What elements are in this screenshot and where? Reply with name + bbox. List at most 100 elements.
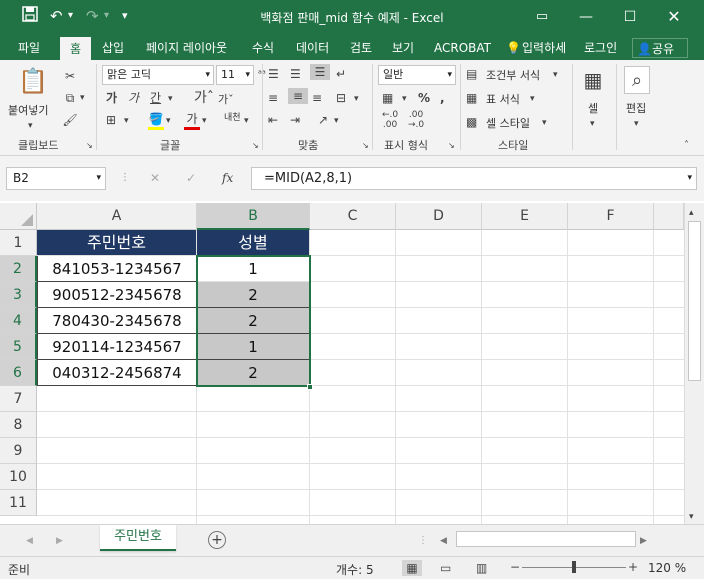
zoom-in-icon[interactable]: + [628, 559, 638, 575]
cancel-icon[interactable]: ✕ [150, 170, 160, 186]
underline-dropdown-icon[interactable]: ▾ [168, 91, 173, 107]
name-box[interactable]: B2 ▾ [6, 167, 106, 190]
prev-sheet-icon[interactable]: ◀ [26, 533, 33, 549]
cell-style-icon[interactable]: ▩ [466, 114, 477, 130]
row-header[interactable]: 6 [0, 360, 37, 386]
copy-icon[interactable]: ⧉ [62, 90, 78, 106]
enter-icon[interactable]: ✓ [186, 170, 196, 186]
next-sheet-icon[interactable]: ▶ [56, 533, 63, 549]
align-middle-icon[interactable]: ☰ [290, 66, 301, 82]
font-color-dropdown-icon[interactable]: ▾ [202, 113, 207, 129]
paste-icon[interactable]: 📋 [18, 66, 48, 96]
align-left-icon[interactable]: ≡ [268, 90, 278, 106]
table-format-icon[interactable]: ▦ [466, 90, 477, 106]
tab-page-layout[interactable]: 페이지 레이아웃 [146, 36, 227, 60]
paste-button[interactable]: 붙여넣기 [8, 102, 48, 118]
tab-review[interactable]: 검토 [350, 36, 372, 60]
number-launcher-icon[interactable]: ↘ [448, 138, 455, 154]
conditional-format-button[interactable]: 조건부 서식 [486, 67, 540, 83]
row-header[interactable]: 2 [0, 256, 37, 282]
fill-dropdown-icon[interactable]: ▾ [166, 113, 171, 129]
paste-dropdown-icon[interactable]: ▾ [28, 118, 33, 134]
row-header[interactable]: 4 [0, 308, 37, 334]
clipboard-launcher-icon[interactable]: ↘ [86, 138, 93, 154]
cut-icon[interactable]: ✂ [62, 68, 78, 84]
table-row-cell-a[interactable]: 900512-2345678 [37, 282, 197, 308]
search-icon[interactable]: ⌕ [624, 66, 650, 94]
row-header[interactable]: 7 [0, 386, 37, 412]
cell-B1[interactable]: 성별 [197, 230, 310, 256]
cell-style-button[interactable]: 셀 스타일 [486, 115, 530, 131]
scroll-right-icon[interactable]: ▶ [640, 533, 647, 549]
currency-icon[interactable]: ▦ [382, 90, 393, 106]
phonetic-icon[interactable]: 내천 [224, 110, 241, 123]
drag-handle-icon[interactable]: ⋮ [120, 170, 130, 186]
select-all-corner[interactable] [0, 203, 37, 230]
cell-A1[interactable]: 주민번호 [37, 230, 197, 256]
chevron-down-icon[interactable]: ▾ [530, 91, 535, 107]
row-header[interactable]: 8 [0, 412, 37, 438]
worksheet-grid[interactable]: A B C D E F 1 2 3 4 5 6 7 8 9 10 11 주민번호… [0, 203, 684, 524]
row-header[interactable]: 1 [0, 230, 37, 256]
fill-handle[interactable] [307, 384, 313, 390]
font-launcher-icon[interactable]: ↘ [252, 138, 259, 154]
orientation-dropdown-icon[interactable]: ▾ [334, 113, 339, 129]
column-header[interactable]: B [197, 203, 310, 230]
scroll-up-icon[interactable]: ▴ [689, 205, 694, 221]
page-layout-icon[interactable]: ▭ [440, 560, 451, 576]
editing-button[interactable]: 편집 [626, 100, 646, 116]
table-row-cell-b[interactable]: 2 [197, 308, 310, 334]
column-header[interactable]: D [396, 203, 482, 230]
conditional-format-icon[interactable]: ▤ [466, 66, 477, 82]
column-header[interactable]: C [310, 203, 396, 230]
expand-formula-icon[interactable]: ▾ [687, 168, 692, 189]
zoom-level[interactable]: 120 % [648, 561, 686, 575]
chevron-down-icon[interactable]: ▾ [634, 116, 639, 132]
increase-decimal-icon[interactable]: ←.0.00 [382, 110, 398, 130]
scroll-down-icon[interactable]: ▾ [689, 509, 694, 525]
chevron-down-icon[interactable]: ▾ [542, 115, 547, 131]
table-row-cell-a[interactable]: 920114-1234567 [37, 334, 197, 360]
align-center-icon[interactable]: ≡ [288, 88, 308, 104]
chevron-down-icon[interactable]: ▾ [590, 116, 595, 132]
column-header[interactable]: E [482, 203, 568, 230]
scroll-left-icon[interactable]: ◀ [440, 533, 447, 549]
column-header[interactable]: A [37, 203, 197, 230]
table-row-cell-b[interactable]: 1 [197, 256, 310, 282]
tab-home[interactable]: 홈 [60, 37, 92, 61]
zoom-slider-thumb[interactable] [572, 561, 576, 573]
merge-dropdown-icon[interactable]: ▾ [354, 91, 359, 107]
sheet-tab[interactable]: 주민번호 [100, 525, 176, 551]
table-row-cell-a[interactable]: 841053-1234567 [37, 256, 197, 282]
row-header[interactable]: 10 [0, 464, 37, 490]
increase-indent-icon[interactable]: ⇥ [290, 112, 300, 128]
decrease-font-icon[interactable]: 가ˇ [218, 92, 234, 108]
table-row-cell-a[interactable]: 780430-2345678 [37, 308, 197, 334]
underline-icon[interactable]: 간 [150, 90, 161, 106]
tab-formulas[interactable]: 수식 [252, 36, 274, 60]
insert-function-icon[interactable]: fx [222, 170, 233, 186]
tab-data[interactable]: 데이터 [296, 36, 329, 60]
maximize-button[interactable]: ☐ [608, 3, 652, 31]
decrease-indent-icon[interactable]: ⇤ [268, 112, 278, 128]
normal-view-icon[interactable]: ▦ [402, 560, 422, 576]
copy-dropdown-icon[interactable]: ▾ [80, 90, 85, 106]
table-row-cell-b[interactable]: 2 [197, 282, 310, 308]
column-header[interactable]: F [568, 203, 654, 230]
align-right-icon[interactable]: ≡ [312, 90, 322, 106]
row-header[interactable]: 3 [0, 282, 37, 308]
font-color-icon[interactable]: 가 [184, 111, 200, 130]
italic-icon[interactable]: 가 [128, 90, 139, 106]
tab-file[interactable]: 파일 [18, 36, 40, 60]
align-launcher-icon[interactable]: ↘ [362, 138, 369, 154]
close-button[interactable]: ✕ [652, 3, 696, 31]
chevron-down-icon[interactable]: ▾ [553, 67, 558, 83]
page-break-icon[interactable]: ▥ [476, 560, 487, 576]
tab-acrobat[interactable]: ACROBAT [434, 36, 491, 60]
table-row-cell-a[interactable]: 040312-2456874 [37, 360, 197, 386]
tab-view[interactable]: 보기 [392, 36, 414, 60]
cells-icon[interactable]: ▦ [580, 66, 606, 94]
number-format-select[interactable]: 일반 ▾ [378, 65, 456, 85]
scroll-thumb[interactable] [688, 221, 701, 381]
bold-icon[interactable]: 가 [106, 90, 117, 106]
